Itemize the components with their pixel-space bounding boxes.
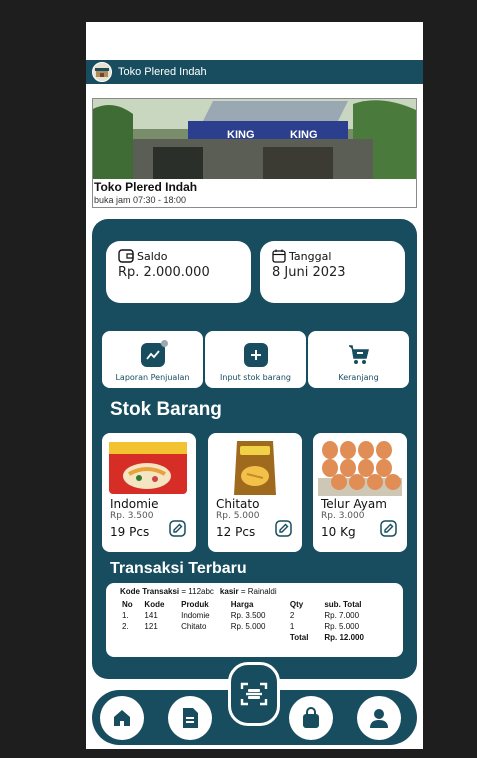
product-stock: 19 Pcs bbox=[110, 525, 150, 539]
profile-button[interactable] bbox=[357, 696, 401, 740]
store-name: Toko Plered Indah bbox=[94, 180, 198, 194]
date-label: Tanggal bbox=[289, 249, 332, 263]
plus-icon bbox=[243, 343, 268, 367]
scan-icon bbox=[240, 682, 268, 706]
home-icon bbox=[114, 710, 130, 726]
product-price: Rp. 5.000 bbox=[216, 511, 260, 521]
wallet-icon bbox=[118, 249, 134, 263]
scan-button[interactable] bbox=[228, 662, 280, 726]
store-hours: buka jam 07:30 - 18:00 bbox=[94, 195, 187, 205]
banner-sign-1: KING bbox=[227, 129, 255, 141]
edit-icon[interactable] bbox=[380, 520, 397, 537]
chitato-image bbox=[234, 441, 276, 495]
recent-transaction-card[interactable]: Kode Transaksi = 112abc kasir = Rainaldi… bbox=[106, 583, 403, 657]
product-name: Indomie bbox=[110, 497, 159, 511]
product-card-indomie[interactable]: Indomie Rp. 3.500 19 Pcs bbox=[102, 433, 196, 552]
input-stock-label: Input stok barang bbox=[220, 373, 291, 382]
document-button[interactable] bbox=[168, 696, 212, 740]
product-name: Telur Ayam bbox=[321, 497, 387, 511]
store-banner: KING KING Toko Plered Indah buka jam 07:… bbox=[92, 98, 417, 208]
banner-sign-2: KING bbox=[290, 129, 318, 141]
cart-button[interactable]: Keranjang bbox=[308, 331, 409, 388]
date-value: 8 Juni 2023 bbox=[272, 265, 346, 280]
chart-icon bbox=[140, 340, 168, 367]
app-title: Toko Plered Indah bbox=[118, 66, 207, 78]
home-button[interactable] bbox=[100, 696, 144, 740]
balance-card: Saldo Rp. 2.000.000 bbox=[106, 241, 251, 303]
stock-title: Stok Barang bbox=[110, 399, 222, 420]
transaction-meta: Kode Transaksi = 112abc kasir = Rainaldi bbox=[120, 587, 277, 596]
product-price: Rp. 3.000 bbox=[321, 511, 365, 521]
input-stock-button[interactable]: Input stok barang bbox=[205, 331, 306, 388]
store-photo: KING KING bbox=[93, 99, 416, 179]
product-stock: 12 Pcs bbox=[216, 525, 256, 539]
product-name: Chitato bbox=[216, 497, 260, 511]
indomie-image bbox=[109, 442, 187, 494]
calendar-icon bbox=[272, 249, 286, 263]
profile-icon bbox=[370, 709, 388, 728]
balance-label: Saldo bbox=[137, 249, 168, 263]
product-card-telur-ayam[interactable]: Telur Ayam Rp. 3.000 10 Kg bbox=[313, 433, 407, 552]
store-logo-icon bbox=[92, 62, 112, 82]
table-total-row: Total Rp. 12.000 bbox=[289, 633, 364, 642]
sales-report-label: Laporan Penjualan bbox=[115, 373, 190, 382]
eggs-image bbox=[318, 441, 402, 496]
date-card: Tanggal 8 Juni 2023 bbox=[260, 241, 405, 303]
table-header: No Kode Produk Harga Qty sub. Total bbox=[122, 600, 362, 609]
dashboard-panel: Saldo Rp. 2.000.000 Tanggal 8 Juni 2023 … bbox=[92, 219, 417, 679]
table-row: 1. 141 Indomie Rp. 3.500 2 Rp. 7.000 bbox=[122, 611, 360, 620]
product-card-chitato[interactable]: Chitato Rp. 5.000 12 Pcs bbox=[208, 433, 302, 552]
transactions-title: Transaksi Terbaru bbox=[110, 560, 247, 577]
document-icon bbox=[183, 708, 198, 728]
edit-icon[interactable] bbox=[169, 520, 186, 537]
balance-value: Rp. 2.000.000 bbox=[118, 265, 210, 280]
cart-label: Keranjang bbox=[338, 373, 379, 382]
transaction-table: No Kode Produk Harga Qty sub. Total 1. 141 Indo… bbox=[120, 599, 389, 643]
app-screen: Toko Plered Indah KING KING Toko Plered … bbox=[86, 22, 423, 749]
bag-icon bbox=[303, 707, 319, 728]
sales-report-button[interactable]: Laporan Penjualan bbox=[102, 331, 203, 388]
cart-icon bbox=[347, 343, 371, 367]
edit-icon[interactable] bbox=[275, 520, 292, 537]
product-price: Rp. 3.500 bbox=[110, 511, 154, 521]
product-stock: 10 Kg bbox=[321, 525, 356, 539]
table-row: 2. 121 Chitato Rp. 5.000 1 Rp. 5.000 bbox=[122, 622, 360, 631]
bag-button[interactable] bbox=[289, 696, 333, 740]
app-header: Toko Plered Indah bbox=[86, 60, 423, 84]
